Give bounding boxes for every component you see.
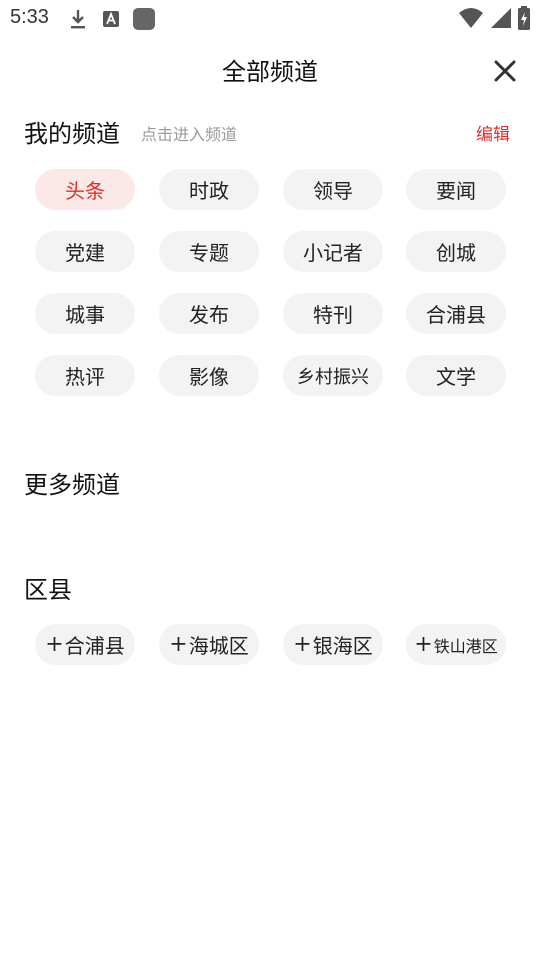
channel-chip-label: 头条 [65, 179, 105, 203]
channel-chip[interactable]: 创城 [406, 231, 506, 272]
channel-chip[interactable]: 合浦县 [406, 293, 506, 334]
channel-chip[interactable]: 时政 [159, 169, 259, 210]
plus-icon: + [45, 632, 64, 657]
channel-chip[interactable]: 党建 [35, 231, 135, 272]
status-bar: 5:33 [0, 0, 540, 36]
channel-chip-label: 专题 [189, 241, 229, 265]
battery-icon [518, 6, 530, 30]
channel-chip-label: 热评 [65, 365, 105, 389]
channel-chip-label: 文学 [436, 365, 476, 389]
channel-chip-label: 城事 [65, 303, 105, 327]
channel-chip[interactable]: 城事 [35, 293, 135, 334]
channel-chip-label: 影像 [189, 365, 229, 389]
my-channels-hint: 点击进入频道 [141, 125, 238, 144]
channel-chip[interactable]: 文学 [406, 355, 506, 396]
channel-chip-label: 要闻 [436, 179, 476, 203]
channel-chip-label: 合浦县 [426, 303, 486, 327]
district-chip-label: 铁山港区 [433, 636, 498, 656]
signal-icon [491, 8, 511, 28]
channel-chip[interactable]: 头条 [35, 169, 135, 210]
channel-chip[interactable]: 特刊 [283, 293, 383, 334]
page-title: 全部频道 [222, 58, 318, 86]
plus-icon: + [293, 632, 312, 657]
channel-chip-label: 小记者 [303, 241, 363, 265]
channel-chip-label: 党建 [65, 241, 105, 265]
channel-chip[interactable]: 影像 [159, 355, 259, 396]
district-chip-label: 海城区 [188, 634, 249, 658]
district-chip-label: 合浦县 [64, 634, 125, 658]
channel-chip-label: 发布 [189, 303, 229, 327]
close-icon[interactable] [490, 56, 520, 86]
district-add-chip[interactable]: + 铁山港区 [406, 624, 506, 665]
districts-title: 区县 [24, 576, 72, 604]
status-time: 5:33 [10, 6, 49, 28]
district-chip-label: 银海区 [312, 634, 373, 658]
edit-button[interactable]: 编辑 [476, 120, 510, 145]
plus-icon: + [169, 632, 188, 657]
channel-chip-label: 时政 [189, 179, 229, 203]
channel-chip[interactable]: 热评 [35, 355, 135, 396]
channel-chip[interactable]: 要闻 [406, 169, 506, 210]
channel-chip-label: 领导 [313, 179, 353, 203]
channel-chip[interactable]: 领导 [283, 169, 383, 210]
channel-chip[interactable]: 专题 [159, 231, 259, 272]
download-icon [71, 10, 85, 29]
my-channels-title: 我的频道 [24, 120, 120, 148]
channel-chip-label: 特刊 [313, 303, 353, 327]
channel-chip[interactable]: 乡村振兴 [283, 355, 383, 396]
wifi-icon [459, 8, 483, 28]
district-add-chip[interactable]: + 银海区 [283, 624, 383, 665]
channel-chip[interactable]: 发布 [159, 293, 259, 334]
district-add-chip[interactable]: + 海城区 [159, 624, 259, 665]
app-square-icon [133, 8, 155, 30]
channel-chip-label: 创城 [436, 241, 476, 265]
font-a-icon [103, 11, 119, 27]
district-add-chip[interactable]: + 合浦县 [35, 624, 135, 665]
plus-icon: + [414, 632, 433, 657]
channel-chip[interactable]: 小记者 [283, 231, 383, 272]
more-channels-title: 更多频道 [24, 471, 120, 499]
channel-chip-label: 乡村振兴 [297, 366, 369, 388]
